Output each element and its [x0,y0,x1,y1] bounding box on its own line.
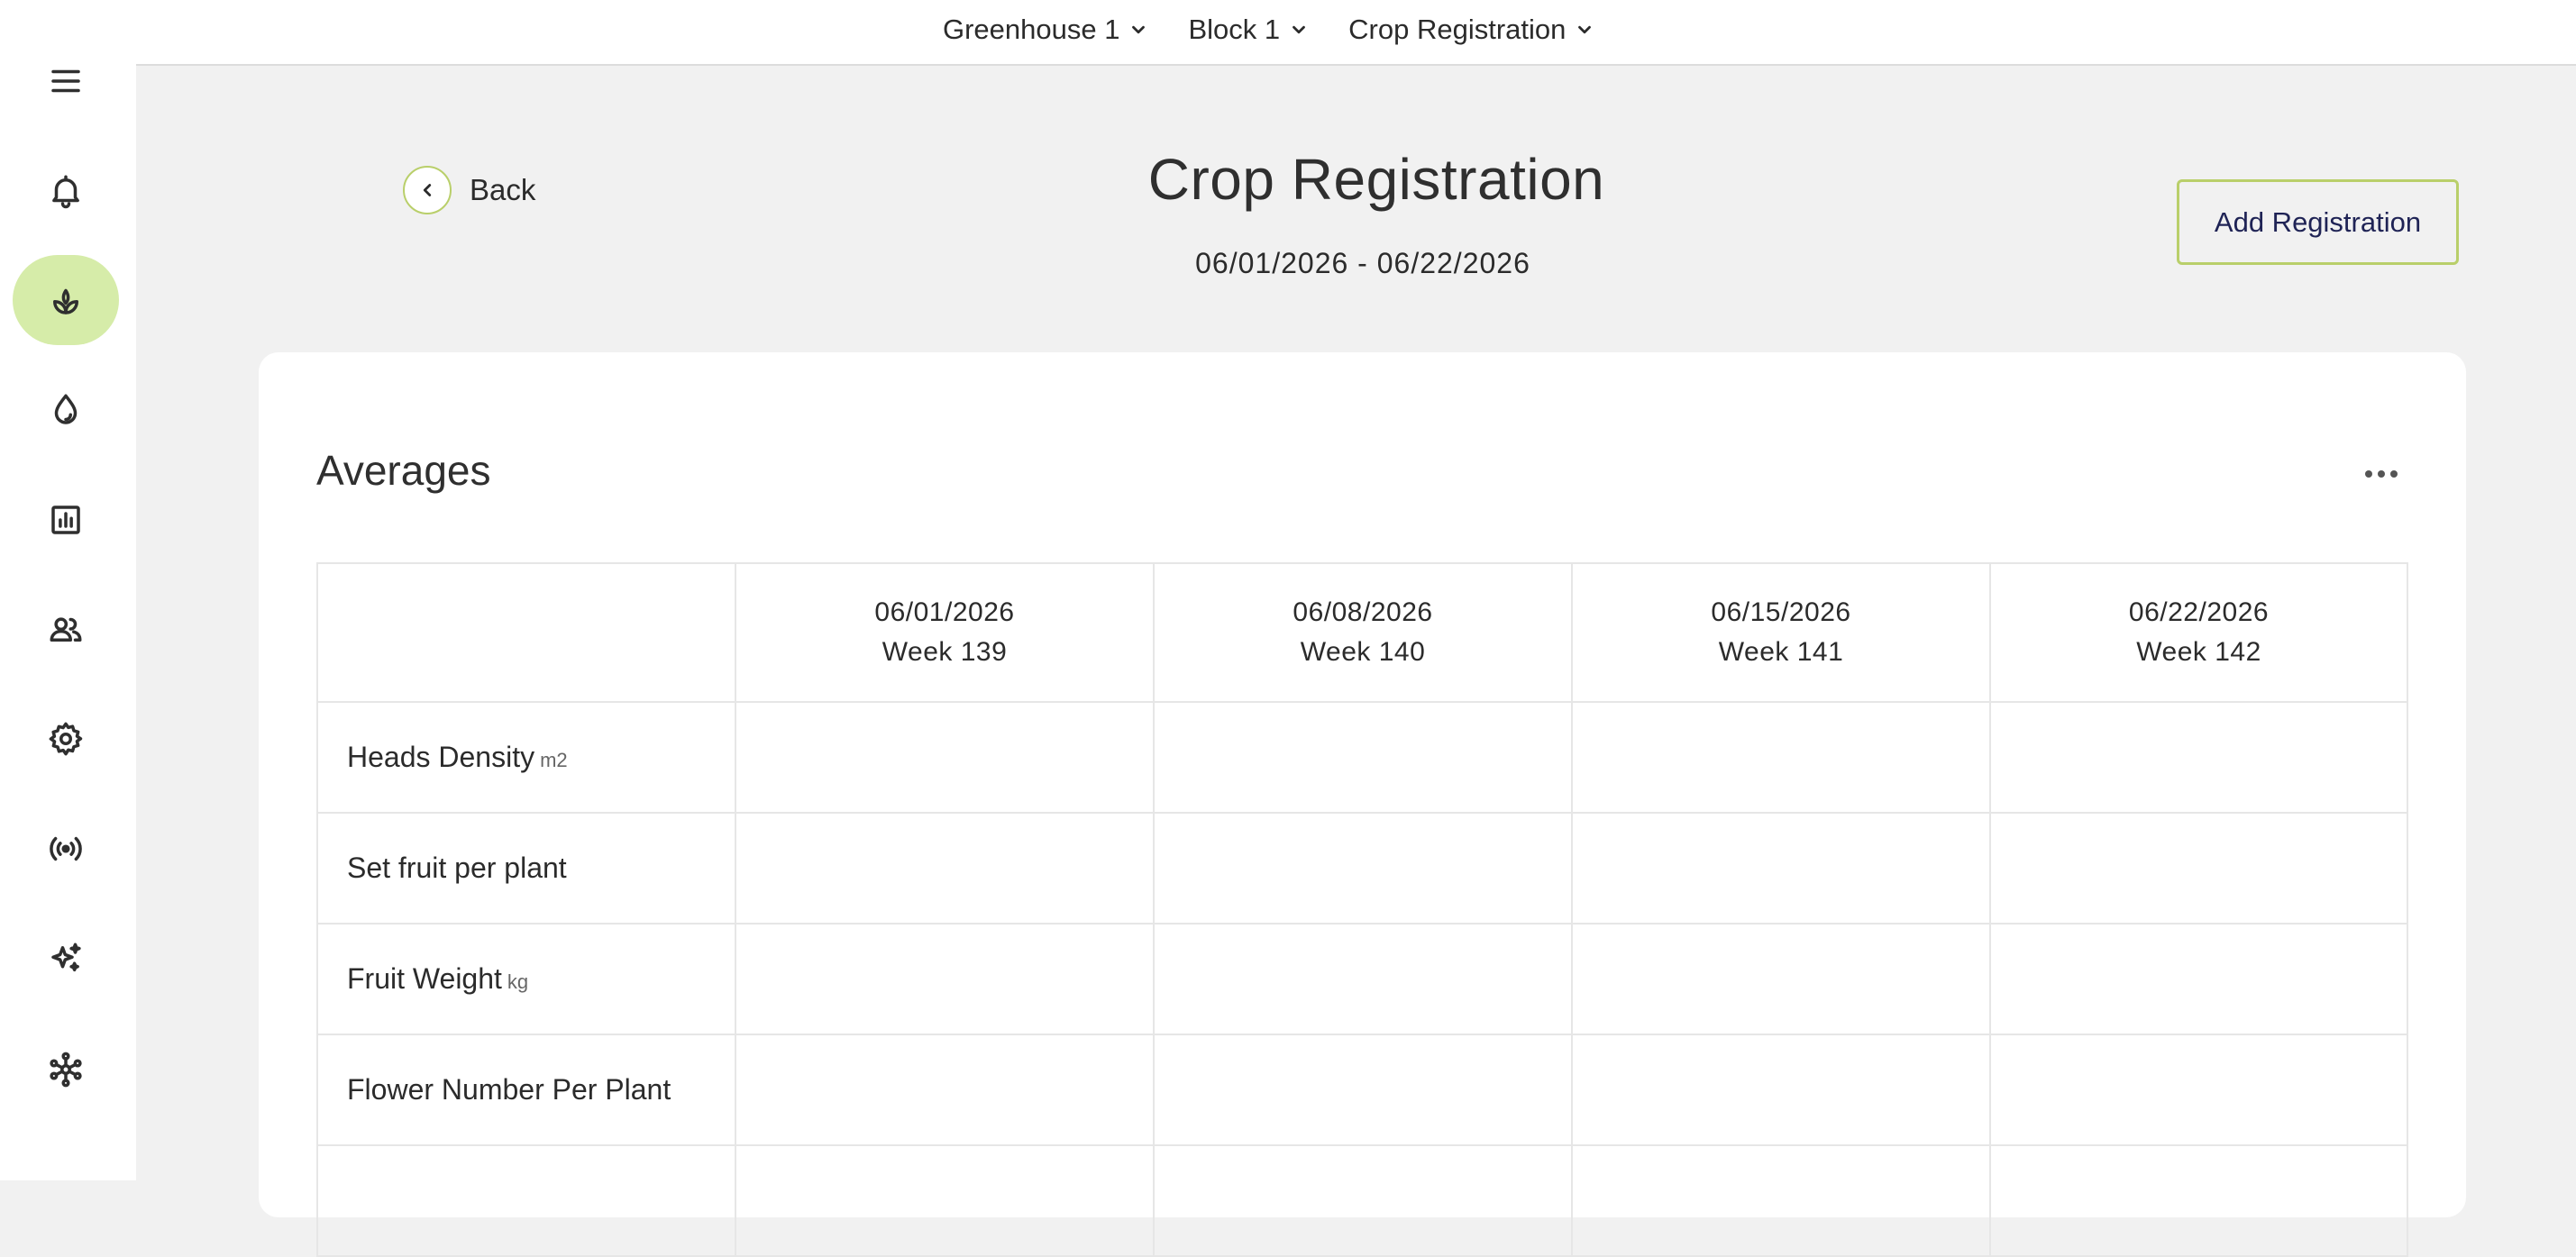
table-row: Fruit Weight kg [316,923,2408,1035]
row-label [316,1144,736,1257]
module-selector-label: Crop Registration [1348,14,1567,45]
table-cell[interactable] [1571,701,1991,814]
table-cell[interactable] [1571,812,1991,925]
column-week: Week 141 [1718,637,1844,667]
table-cell[interactable] [1153,1034,1573,1146]
row-label-text: Fruit Weight [347,962,502,995]
back-button[interactable]: Back [403,166,535,214]
greenhouse-selector-label: Greenhouse 1 [943,14,1120,45]
row-label: Heads Density m2 [316,701,736,814]
dot [2390,470,2398,478]
module-selector[interactable]: Crop Registration [1348,14,1594,46]
back-circle [403,166,452,214]
table-row [316,1144,2408,1257]
broadcast-icon [50,836,82,861]
column-date: 06/01/2026 [874,597,1015,627]
top-bar: Greenhouse 1 Block 1 Crop Registration [136,0,2576,66]
back-label: Back [470,173,536,206]
sidebar-item-sensors[interactable] [13,804,119,894]
plant-icon [53,288,78,314]
column-date: 06/15/2026 [1711,597,1851,627]
table-cell[interactable] [1153,1144,1573,1257]
bell-icon [52,175,79,209]
table-cell[interactable] [735,812,1155,925]
sparkles-icon [51,943,81,971]
sidebar-item-users[interactable] [13,584,119,674]
more-options-button[interactable] [2359,460,2404,487]
column-week: Week 139 [882,637,1008,667]
table-row: Set fruit per plant [316,812,2408,925]
column-week: Week 142 [2136,637,2261,667]
water-drop-icon [54,394,78,424]
table-cell[interactable] [1989,701,2408,814]
block-selector-label: Block 1 [1188,14,1281,45]
add-registration-button[interactable]: Add Registration [2177,179,2459,265]
dot [2378,470,2385,478]
table-cell[interactable] [735,1034,1155,1146]
column-header: 06/01/2026 Week 139 [735,562,1155,703]
table-cell[interactable] [1571,1034,1991,1146]
menu-icon [51,69,80,93]
sidebar-item-irrigation[interactable] [13,365,119,455]
row-label-text: Set fruit per plant [347,852,567,884]
table-header-row: 06/01/2026 Week 139 06/08/2026 Week 140 06… [316,562,2408,703]
sidebar-item-notifications[interactable] [13,146,119,236]
column-date: 06/22/2026 [2128,597,2270,627]
row-label: Set fruit per plant [316,812,736,925]
row-label-text: Flower Number Per Plant [347,1073,671,1106]
date-range: 06/01/2026 - 06/22/2026 [1195,247,1530,279]
column-header: 06/08/2026 Week 140 [1153,562,1573,703]
sidebar-item-crops[interactable] [13,255,119,345]
averages-table: 06/01/2026 Week 139 06/08/2026 Week 140 06… [316,562,2408,1257]
sidebar-item-integrations[interactable] [13,1025,119,1115]
column-header: 06/15/2026 Week 141 [1571,562,1991,703]
table-cell[interactable] [1989,1034,2408,1146]
averages-title: Averages [316,447,491,494]
chevron-down-icon [1293,25,1306,34]
dot [2365,470,2372,478]
table-cell[interactable] [1989,923,2408,1035]
bar-chart-icon [51,506,80,534]
table-row: Flower Number Per Plant [316,1034,2408,1146]
corner-cell [316,562,736,703]
table-cell[interactable] [1153,812,1573,925]
table-cell[interactable] [1571,1144,1991,1257]
column-week: Week 140 [1300,637,1426,667]
chevron-left-icon [423,184,432,196]
row-unit: kg [507,970,529,993]
table-row: Heads Density m2 [316,701,2408,814]
chevron-down-icon [1578,25,1592,34]
block-selector[interactable]: Block 1 [1188,14,1309,46]
table-cell[interactable] [1989,812,2408,925]
row-label: Fruit Weight kg [316,923,736,1035]
page-title: Crop Registration [1147,147,1605,212]
sidebar [0,0,136,1180]
users-icon [50,617,82,642]
chevron-down-icon [1132,25,1146,34]
sidebar-item-ai[interactable] [13,914,119,1004]
row-label-text: Heads Density [347,741,535,773]
table-cell[interactable] [735,1144,1155,1257]
column-header: 06/22/2026 Week 142 [1989,562,2408,703]
sidebar-item-reports[interactable] [13,475,119,565]
row-unit: m2 [540,749,568,771]
column-date: 06/08/2026 [1293,597,1433,627]
table-cell[interactable] [1153,701,1573,814]
table-cell[interactable] [1571,923,1991,1035]
gear-icon [49,722,83,756]
greenhouse-selector[interactable]: Greenhouse 1 [943,14,1148,46]
network-icon [50,1052,82,1088]
table-cell[interactable] [735,701,1155,814]
breadcrumb: Greenhouse 1 Block 1 Crop Registration [943,0,1594,59]
table-cell[interactable] [1989,1144,2408,1257]
table-cell[interactable] [735,923,1155,1035]
row-label: Flower Number Per Plant [316,1034,736,1146]
table-cell[interactable] [1153,923,1573,1035]
sidebar-item-settings[interactable] [13,694,119,784]
menu-button[interactable] [13,36,119,126]
averages-card: Averages 06/01/2026 Week 139 06/08/2026 We… [259,352,2466,1257]
